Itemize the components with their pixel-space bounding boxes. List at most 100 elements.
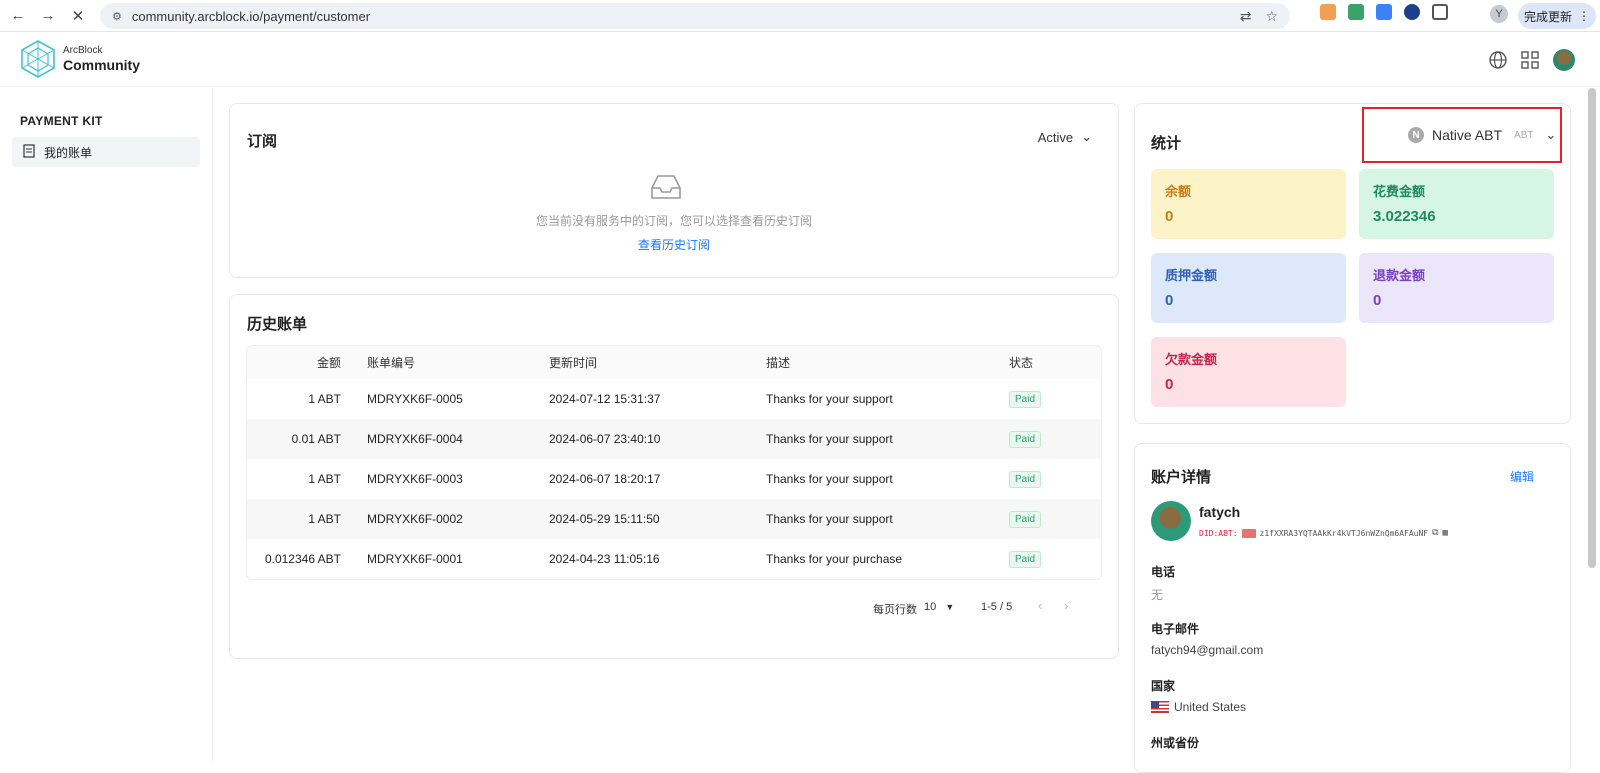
did-value: z1fXXRA3YQTAAkKr4kVTJ6nWZnQm6AFAuNF bbox=[1259, 528, 1429, 538]
stop-loading-icon[interactable]: ✕ bbox=[66, 4, 90, 28]
invoice-description: Thanks for your support bbox=[766, 432, 893, 446]
chevron-down-icon: ⌄ bbox=[1545, 127, 1557, 142]
wallet-extension-icon[interactable] bbox=[1348, 4, 1364, 20]
invoice-updated-time: 2024-07-12 15:31:37 bbox=[549, 392, 661, 406]
profile-avatar[interactable]: Y bbox=[1490, 5, 1508, 23]
brand-name-small: ArcBlock bbox=[63, 45, 103, 56]
stat-label: 花费金额 bbox=[1373, 184, 1426, 199]
currency-icon: N bbox=[1408, 127, 1424, 143]
stat-label: 欠款金额 bbox=[1165, 352, 1218, 367]
account-avatar bbox=[1151, 501, 1191, 541]
status-badge: Paid bbox=[1009, 550, 1042, 568]
stat-value: 0 bbox=[1165, 208, 1174, 225]
invoice-updated-time: 2024-06-07 23:40:10 bbox=[549, 432, 661, 446]
did-avatar-icon bbox=[1241, 528, 1256, 538]
invoice-number: MDRYXK6F-0005 bbox=[367, 392, 463, 406]
column-header-number[interactable]: 账单编号 bbox=[341, 354, 527, 371]
globe-icon[interactable] bbox=[1487, 49, 1509, 71]
column-header-amount[interactable]: 金额 bbox=[247, 354, 341, 371]
subscription-status-select[interactable]: Active ⌄ bbox=[1038, 129, 1092, 145]
column-header-description[interactable]: 描述 bbox=[746, 354, 992, 371]
empty-subscriptions-text: 您当前没有服务中的订阅，您可以选择查看历史订阅 bbox=[535, 214, 812, 228]
invoice-amount: 1 ABT bbox=[308, 512, 341, 526]
invoice-number: MDRYXK6F-0004 bbox=[367, 432, 463, 446]
table-row[interactable]: 1 ABT MDRYXK6F-0002 2024-05-29 15:11:50 … bbox=[247, 499, 1101, 539]
invoice-description: Thanks for your support bbox=[766, 512, 893, 526]
invoice-amount: 1 ABT bbox=[308, 472, 341, 486]
apps-grid-icon[interactable] bbox=[1519, 49, 1541, 71]
stat-value: 3.022346 bbox=[1373, 208, 1436, 225]
extensions-puzzle-icon[interactable] bbox=[1432, 4, 1448, 20]
account-name: fatych bbox=[1199, 504, 1241, 520]
stat-staked: 质押金额 0 bbox=[1151, 253, 1346, 323]
site-settings-icon[interactable]: ⚙ bbox=[112, 10, 122, 23]
table-row[interactable]: 1 ABT MDRYXK6F-0003 2024-06-07 18:20:17 … bbox=[247, 459, 1101, 499]
metamask-extension-icon[interactable] bbox=[1320, 4, 1336, 20]
invoice-history-card: 历史账单 金额 账单编号 更新时间 描述 状态 1 ABT MDRYXK6F-0… bbox=[229, 294, 1119, 659]
sidebar-item-my-bills[interactable]: 我的账单 bbox=[12, 137, 200, 167]
field-label-phone: 电话 bbox=[1151, 565, 1176, 579]
bookmark-star-icon[interactable]: ☆ bbox=[1265, 8, 1278, 25]
table-row[interactable]: 0.01 ABT MDRYXK6F-0004 2024-06-07 23:40:… bbox=[247, 419, 1101, 459]
rows-per-page-select[interactable]: 10 ▼ bbox=[924, 601, 954, 613]
prev-page-icon[interactable]: ‹ bbox=[1038, 598, 1042, 613]
sidebar-section-title: PAYMENT KIT bbox=[20, 114, 103, 128]
currency-symbol: ABT bbox=[1514, 129, 1534, 141]
stat-value: 0 bbox=[1373, 292, 1382, 309]
user-avatar[interactable] bbox=[1553, 49, 1575, 71]
field-value-country: United States bbox=[1151, 700, 1246, 714]
table-row[interactable]: 0.012346 ABT MDRYXK6F-0001 2024-04-23 11… bbox=[247, 539, 1101, 579]
currency-name: Native ABT bbox=[1432, 127, 1503, 143]
screenshot-extension-icon[interactable] bbox=[1376, 4, 1392, 20]
account-details-card: 账户详情 编辑 fatych DID:ABT: z1fXXRA3YQTAAkKr… bbox=[1134, 443, 1571, 773]
account-details-title: 账户详情 bbox=[1151, 469, 1212, 486]
page-scrollbar[interactable] bbox=[1588, 88, 1596, 568]
invoice-table: 金额 账单编号 更新时间 描述 状态 1 ABT MDRYXK6F-0005 2… bbox=[246, 345, 1102, 580]
qrcode-icon[interactable]: ▦ bbox=[1443, 528, 1448, 538]
field-value-phone: 无 bbox=[1151, 588, 1164, 602]
stat-label: 质押金额 bbox=[1165, 268, 1218, 283]
country-name: United States bbox=[1174, 700, 1247, 714]
sidebar: PAYMENT KIT 我的账单 bbox=[0, 88, 213, 761]
field-label-state: 州或省份 bbox=[1151, 736, 1200, 750]
next-page-icon[interactable]: › bbox=[1064, 598, 1068, 613]
subscription-status-value: Active bbox=[1037, 129, 1074, 145]
update-button[interactable]: 完成更新 ⋮ bbox=[1518, 3, 1596, 29]
view-history-subscriptions-link[interactable]: 查看历史订阅 bbox=[230, 236, 1118, 253]
address-bar[interactable]: ⚙ community.arcblock.io/payment/customer… bbox=[100, 3, 1290, 29]
table-row[interactable]: 1 ABT MDRYXK6F-0005 2024-07-12 15:31:37 … bbox=[247, 379, 1101, 419]
table-header-row: 金额 账单编号 更新时间 描述 状态 bbox=[247, 346, 1101, 379]
stat-refunded: 退款金额 0 bbox=[1359, 253, 1554, 323]
invoice-updated-time: 2024-05-29 15:11:50 bbox=[549, 512, 660, 526]
column-header-status[interactable]: 状态 bbox=[992, 354, 1092, 371]
copy-icon[interactable]: ⧉ bbox=[1432, 528, 1438, 538]
field-label-email: 电子邮件 bbox=[1151, 622, 1200, 636]
invoice-number: MDRYXK6F-0002 bbox=[367, 512, 463, 526]
status-badge: Paid bbox=[1009, 430, 1042, 448]
column-header-updated[interactable]: 更新时间 bbox=[527, 354, 746, 371]
empty-inbox-icon bbox=[651, 175, 681, 199]
receipt-icon bbox=[22, 143, 36, 161]
forward-icon[interactable]: → bbox=[36, 4, 60, 28]
currency-select[interactable]: N Native ABT ABT ⌄ bbox=[1362, 107, 1562, 163]
status-badge: Paid bbox=[1009, 510, 1042, 528]
status-badge: Paid bbox=[1009, 390, 1042, 408]
us-flag-icon bbox=[1151, 701, 1169, 713]
sidebar-item-label: 我的账单 bbox=[44, 145, 93, 160]
invoice-description: Thanks for your support bbox=[766, 392, 893, 406]
edit-account-button[interactable]: 编辑 bbox=[1510, 468, 1534, 485]
rows-per-page-label: 每页行数 bbox=[873, 604, 917, 616]
rows-per-page-value: 10 bbox=[924, 601, 937, 613]
invoice-amount: 0.01 ABT bbox=[291, 432, 341, 446]
app-header: ArcBlock Community bbox=[0, 33, 1600, 87]
status-badge: Paid bbox=[1009, 470, 1042, 488]
chevron-down-icon: ⌄ bbox=[1081, 129, 1092, 144]
back-icon[interactable]: ← bbox=[6, 4, 30, 28]
did-address: DID:ABT: z1fXXRA3YQTAAkKr4kVTJ6nWZnQm6AF… bbox=[1199, 528, 1448, 538]
arcblock-logo-icon[interactable] bbox=[21, 40, 55, 78]
stat-value: 0 bbox=[1165, 292, 1174, 309]
translate-icon[interactable]: ⇄ bbox=[1240, 8, 1252, 25]
check-extension-icon[interactable] bbox=[1404, 4, 1420, 20]
pagination-range: 1-5 / 5 bbox=[981, 601, 1013, 613]
invoice-history-title: 历史账单 bbox=[247, 316, 308, 333]
